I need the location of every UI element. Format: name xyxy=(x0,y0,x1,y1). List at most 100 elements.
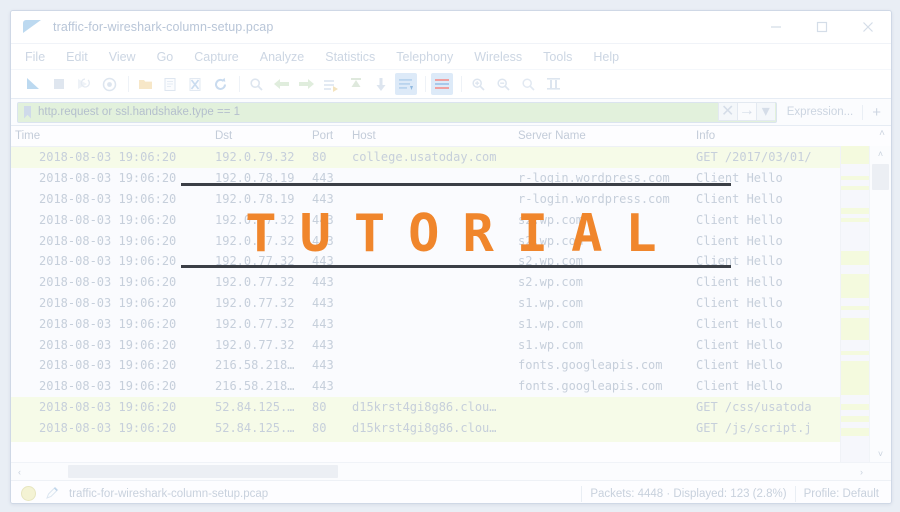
column-header-port[interactable]: Port xyxy=(308,130,348,142)
menu-item-view[interactable]: View xyxy=(109,50,136,64)
menu-item-telephony[interactable]: Telephony xyxy=(396,50,453,64)
packet-list-header: Time Dst Port Host Server Name Info ˄ xyxy=(11,126,891,147)
open-file-icon[interactable] xyxy=(134,73,156,95)
zoom-in-icon[interactable] xyxy=(467,73,489,95)
clear-filter-button[interactable]: ✕ xyxy=(717,101,738,121)
column-header-dst[interactable]: Dst xyxy=(211,130,308,142)
menu-item-analyze[interactable]: Analyze xyxy=(260,50,304,64)
cell-host: college.usatoday.com xyxy=(352,150,497,165)
filter-separator xyxy=(862,104,864,120)
cell-dst: 52.84.125.… xyxy=(215,399,295,414)
menu-item-go[interactable]: Go xyxy=(157,50,174,64)
capture-comment-icon[interactable] xyxy=(44,486,60,501)
horizontal-scrollbar-track[interactable] xyxy=(28,463,853,480)
intelligent-scrollbar-minimap[interactable] xyxy=(840,146,870,462)
scroll-down-arrow-icon[interactable]: ˅ xyxy=(870,446,891,462)
table-row[interactable]: 2018-08-03 19:06:20 192.0.77.32 443 s1.wp.c… xyxy=(11,313,891,335)
filter-expression-button[interactable]: Expression... xyxy=(787,106,853,118)
column-header-info[interactable]: Info xyxy=(692,130,842,142)
menu-item-wireless[interactable]: Wireless xyxy=(474,50,522,64)
annotation-rule-top xyxy=(181,183,731,186)
table-row[interactable]: 2018-08-03 19:06:20 192.0.77.32 443 s2.wp.c… xyxy=(11,271,891,293)
scroll-left-arrow-icon[interactable]: ‹ xyxy=(11,463,28,480)
display-filter-input[interactable]: http.request or ssl.handshake.type == 1 … xyxy=(17,101,777,123)
cell-time: 2018-08-03 19:06:20 xyxy=(39,191,177,206)
menu-item-file[interactable]: File xyxy=(25,50,45,64)
table-row[interactable]: 2018-08-03 19:06:20 52.84.125.… 80 d15krst4… xyxy=(11,417,891,439)
expert-info-icon[interactable] xyxy=(21,486,36,501)
cell-info: Client Hello xyxy=(696,275,783,290)
menu-item-statistics[interactable]: Statistics xyxy=(325,50,375,64)
cell-time: 2018-08-03 19:06:20 xyxy=(39,150,177,165)
minimize-icon[interactable] xyxy=(753,11,799,43)
vertical-scrollbar-thumb[interactable] xyxy=(872,164,889,190)
save-file-icon[interactable] xyxy=(159,73,181,95)
table-row[interactable]: 2018-08-03 19:06:2052.84.125.80d15krst4g… xyxy=(11,438,891,442)
resize-columns-icon[interactable] xyxy=(542,73,564,95)
apply-filter-button[interactable]: → xyxy=(736,101,757,121)
cell-info: Client Hello xyxy=(696,191,783,206)
close-file-icon[interactable] xyxy=(184,73,206,95)
add-filter-button-button[interactable]: + xyxy=(872,105,881,120)
auto-scroll-icon[interactable] xyxy=(395,73,417,95)
reload-file-icon[interactable] xyxy=(209,73,231,95)
column-header-time[interactable]: Time xyxy=(11,130,211,142)
go-to-last-packet-icon[interactable] xyxy=(370,73,392,95)
cell-time: 2018-08-03 19:06:20 xyxy=(39,420,177,435)
window-title: traffic-for-wireshark-column-setup.pcap xyxy=(53,20,274,34)
table-row[interactable]: 2018-08-03 19:06:20 192.0.77.32 443 s1.wp.c… xyxy=(11,292,891,314)
filter-history-caret-icon[interactable]: ▾ xyxy=(755,101,775,121)
cell-info: GET /2017/03/01/ xyxy=(696,150,812,165)
cell-server_name: s1.wp.com xyxy=(518,295,584,310)
wireshark-window: traffic-for-wireshark-column-setup.pcap … xyxy=(10,10,892,504)
cell-dst: 52.84.125.… xyxy=(215,420,295,435)
toolbar-separator xyxy=(239,76,240,92)
restart-capture-icon[interactable] xyxy=(73,73,95,95)
start-capture-icon[interactable] xyxy=(23,73,45,95)
column-header-host[interactable]: Host xyxy=(348,130,514,142)
status-profile[interactable]: Profile: Default xyxy=(804,488,879,500)
cell-dst: 216.58.218… xyxy=(215,379,295,394)
menu-item-edit[interactable]: Edit xyxy=(66,50,88,64)
cell-dst: 192.0.79.32 xyxy=(215,150,295,165)
toolbar-separator xyxy=(461,76,462,92)
column-header-server-name[interactable]: Server Name xyxy=(514,130,692,142)
cell-server_name: fonts.googleapis.com xyxy=(518,358,663,373)
go-to-first-packet-icon[interactable] xyxy=(345,73,367,95)
capture-options-icon[interactable] xyxy=(98,73,120,95)
cell-time: 2018-08-03 19:06:20 xyxy=(39,295,177,310)
menu-item-tools[interactable]: Tools xyxy=(543,50,572,64)
bookmark-icon[interactable] xyxy=(22,105,34,120)
zoom-out-icon[interactable] xyxy=(492,73,514,95)
cell-dst: 192.0.77.32 xyxy=(215,295,295,310)
horizontal-scrollbar-thumb[interactable] xyxy=(68,465,338,478)
table-row[interactable]: 2018-08-03 19:06:20 192.0.79.32 80 college.… xyxy=(11,147,891,168)
go-to-packet-icon[interactable] xyxy=(320,73,342,95)
scroll-right-arrow-icon[interactable]: › xyxy=(853,463,870,480)
column-sort-indicator-icon[interactable]: ˄ xyxy=(879,129,885,139)
close-icon[interactable] xyxy=(845,11,891,43)
vertical-scrollbar[interactable]: ˄ ˅ xyxy=(869,146,891,462)
menu-item-capture[interactable]: Capture xyxy=(194,50,238,64)
zoom-reset-icon[interactable] xyxy=(517,73,539,95)
scroll-up-arrow-icon[interactable]: ˄ xyxy=(870,146,891,162)
find-packet-icon[interactable] xyxy=(245,73,267,95)
cell-port: 443 xyxy=(312,316,334,331)
horizontal-scrollbar[interactable]: ‹ › xyxy=(11,462,891,480)
cell-port: 443 xyxy=(312,337,334,352)
filter-buttons: ✕ → ▾ xyxy=(717,101,775,121)
cell-time: 2018-08-03 19:06:20 xyxy=(39,399,177,414)
menu-item-help[interactable]: Help xyxy=(593,50,619,64)
cell-info: GET /css/usatoda xyxy=(696,399,812,414)
go-back-icon[interactable] xyxy=(270,73,292,95)
colorize-packets-icon[interactable] xyxy=(431,73,453,95)
go-forward-icon[interactable] xyxy=(295,73,317,95)
stop-capture-icon[interactable] xyxy=(48,73,70,95)
cell-info: Client Hello xyxy=(696,337,783,352)
table-row[interactable]: 2018-08-03 19:06:20 192.0.77.32 443 s1.wp.c… xyxy=(11,334,891,355)
table-row[interactable]: 2018-08-03 19:06:20 216.58.218… 443 fonts.g… xyxy=(11,354,891,376)
table-row[interactable]: 2018-08-03 19:06:20 216.58.218… 443 fonts.g… xyxy=(11,375,891,397)
cell-host: d15krst4gi8g86.clou… xyxy=(352,399,497,414)
maximize-icon[interactable] xyxy=(799,11,845,43)
table-row[interactable]: 2018-08-03 19:06:20 52.84.125.… 80 d15krst4… xyxy=(11,396,891,418)
